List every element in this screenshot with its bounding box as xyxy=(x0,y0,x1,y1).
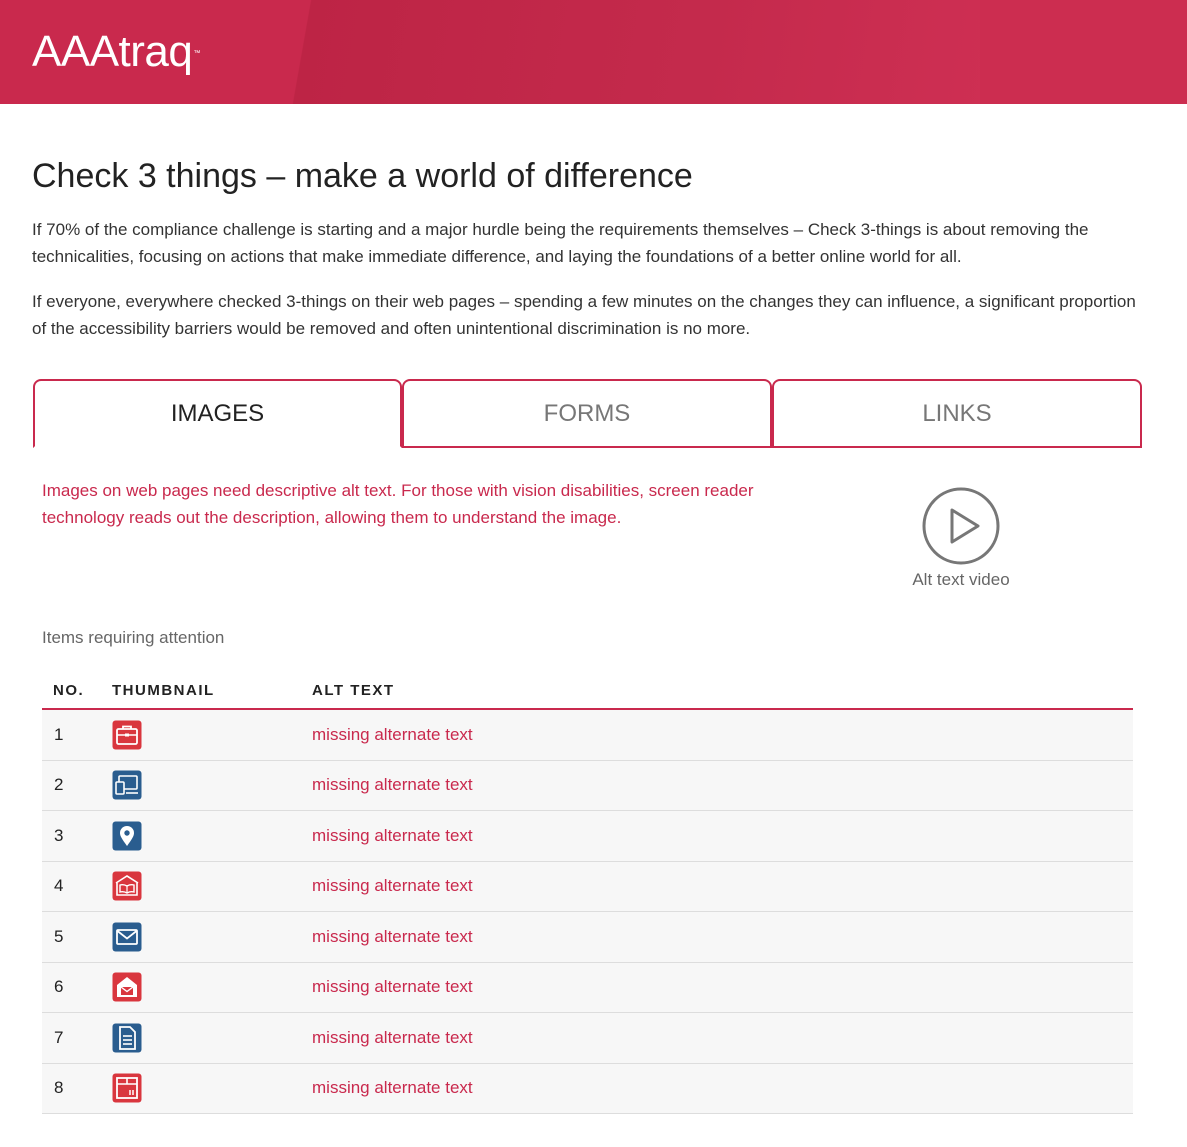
alt-text-video-button[interactable]: Alt text video xyxy=(905,486,1017,590)
alt-text-status: missing alternate text xyxy=(312,1078,473,1098)
page-title: Check 3 things – make a world of differe… xyxy=(32,157,693,195)
thumbnail xyxy=(112,770,312,800)
header-alt-text: ALT TEXT xyxy=(312,681,395,699)
alt-text-status: missing alternate text xyxy=(312,724,473,744)
thumbnail xyxy=(112,871,312,901)
row-number: 2 xyxy=(54,775,64,795)
thumbnail xyxy=(112,821,312,851)
briefcase-icon xyxy=(112,720,142,750)
mailbox-house-icon xyxy=(112,972,142,1002)
alt-text-status: missing alternate text xyxy=(312,1027,473,1047)
video-label: Alt text video xyxy=(912,570,1010,589)
header-band-right xyxy=(980,0,1187,104)
tab-images[interactable]: IMAGES xyxy=(33,379,402,448)
row-number: 6 xyxy=(54,977,64,997)
alt-text-status: missing alternate text xyxy=(312,977,473,997)
site-header: AAAtraq™ xyxy=(0,0,1187,104)
intro-paragraph-1: If 70% of the compliance challenge is st… xyxy=(32,220,1089,266)
header-no: NO. xyxy=(53,681,85,699)
document-icon xyxy=(112,1023,142,1053)
logo[interactable]: AAAtraq™ xyxy=(32,30,200,74)
header-band xyxy=(270,0,990,104)
devices-icon xyxy=(112,770,142,800)
thumbnail xyxy=(112,1023,312,1053)
row-number: 3 xyxy=(54,825,64,845)
tab-links[interactable]: LINKS xyxy=(772,379,1142,448)
open-book-icon xyxy=(112,871,142,901)
map-pin-icon xyxy=(112,821,142,851)
tab-bar: IMAGES FORMS LINKS xyxy=(33,379,1142,448)
alt-text-status: missing alternate text xyxy=(312,926,473,946)
thumbnail xyxy=(112,922,312,952)
alt-text-status: missing alternate text xyxy=(312,775,473,795)
logo-text: AAAtraq xyxy=(32,27,193,76)
thumbnail xyxy=(112,720,312,750)
row-number: 8 xyxy=(54,1078,64,1098)
thumbnail xyxy=(112,1073,312,1103)
alt-text-status: missing alternate text xyxy=(312,876,473,896)
table-row[interactable]: 5 missing alternate text xyxy=(42,912,1133,963)
tab-forms[interactable]: FORMS xyxy=(402,379,772,448)
row-number: 7 xyxy=(54,1027,64,1047)
table-row[interactable]: 2 missing alternate text xyxy=(42,760,1133,811)
items-table: NO. THUMBNAIL ALT TEXT 1 missing alterna… xyxy=(42,672,1133,1114)
alt-text-status: missing alternate text xyxy=(312,825,473,845)
table-row[interactable]: 4 missing alternate text xyxy=(42,861,1133,912)
thumbnail xyxy=(112,972,312,1002)
attention-heading: Items requiring attention xyxy=(42,628,225,647)
header-thumbnail: THUMBNAIL xyxy=(112,681,215,699)
table-row[interactable]: 7 missing alternate text xyxy=(42,1013,1133,1064)
panel-description: Images on web pages need descriptive alt… xyxy=(42,481,754,527)
play-icon xyxy=(922,487,1000,565)
table-row[interactable]: 6 missing alternate text xyxy=(42,962,1133,1013)
intro-paragraph-2: If everyone, everywhere checked 3-things… xyxy=(32,292,1136,338)
table-header: NO. THUMBNAIL ALT TEXT xyxy=(42,672,1133,710)
row-number: 4 xyxy=(54,876,64,896)
table-row[interactable]: 1 missing alternate text xyxy=(42,710,1133,761)
table-row[interactable]: 3 missing alternate text xyxy=(42,811,1133,862)
row-number: 1 xyxy=(54,724,64,744)
row-number: 5 xyxy=(54,926,64,946)
table-row[interactable]: 8 missing alternate text xyxy=(42,1063,1133,1114)
trademark: ™ xyxy=(193,50,200,57)
package-icon xyxy=(112,1073,142,1103)
envelope-icon xyxy=(112,922,142,952)
